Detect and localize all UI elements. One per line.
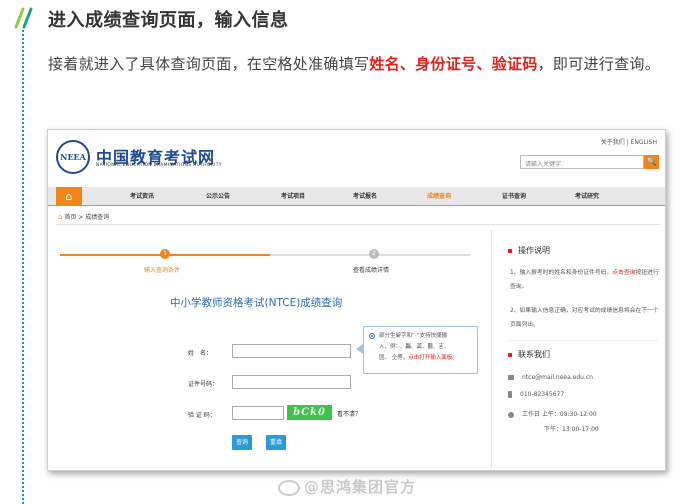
contact-heading: 联系我们 xyxy=(508,349,550,360)
captcha-image[interactable]: bCk0 xyxy=(287,405,332,420)
query-page-screenshot: NEEA 中国教育考试网 NATIONAL EDUCATION EXAMINAT… xyxy=(47,129,666,471)
id-number-input[interactable] xyxy=(232,375,351,389)
intro-paragraph: 接着就进入了具体查询页面，在空格处准确填写姓名、身份证号、验证码，即可进行查询。 xyxy=(48,50,673,78)
contact-email: ntce@mail.neea.edu.cn xyxy=(508,374,593,381)
captcha-label: 验 证 码： xyxy=(188,412,216,419)
contact-phone: 010-82345677 xyxy=(508,391,564,398)
operation-guide-title: 操作说明 xyxy=(518,246,550,255)
contact-hours: 工作日 上午：08:30-12:00 xyxy=(508,409,597,418)
clock-icon xyxy=(508,411,514,418)
breadcrumb-home-icon[interactable]: ⌂ xyxy=(58,213,62,221)
intro-highlight: 姓名、身份证号、验证码 xyxy=(369,55,538,73)
operation-step-1-link: 点击查询 xyxy=(612,270,636,276)
operation-step-1-text: 1、输入报考时的姓名和身份证件号码， xyxy=(510,270,613,276)
operation-guide-heading: 操作说明 xyxy=(508,245,550,256)
hint-pointer xyxy=(356,344,363,354)
breadcrumb-text[interactable]: 首页 > 成绩查询 xyxy=(64,214,109,221)
section-heading: 进入成绩查询页面，输入信息 xyxy=(48,10,289,31)
nav-item-research[interactable]: 考试研究 xyxy=(575,187,599,206)
captcha-refresh-link[interactable]: 看不清？ xyxy=(337,409,361,418)
breadcrumb: ⌂ 首页 > 成绩查询 xyxy=(58,212,109,221)
contact-email-text[interactable]: ntce@mail.neea.edu.cn xyxy=(522,374,593,381)
id-number-label: 证件号码： xyxy=(188,381,219,388)
breadcrumb-divider xyxy=(56,224,660,225)
open-input-panel-link[interactable]: 点击打开输入面板。 xyxy=(408,355,458,361)
nav-item-news[interactable]: 考试资讯 xyxy=(130,187,154,206)
nav-item-exams[interactable]: 考试项目 xyxy=(281,187,305,206)
step-2-marker: 2 xyxy=(369,249,379,259)
reset-button[interactable]: 重填 xyxy=(266,435,287,450)
bullet-square-icon xyxy=(508,352,512,357)
mail-icon xyxy=(508,375,514,380)
step-2-label: 查看成绩详情 xyxy=(353,267,390,274)
hint-line-2: 入，例：·、龘、䶮、䨻、㐊、 xyxy=(379,344,450,350)
step-1-label: 输入查询条件 xyxy=(144,267,181,274)
captcha-input[interactable] xyxy=(232,406,284,420)
weibo-watermark: @思鸿集团官方 xyxy=(278,476,416,497)
hint-line-1: 部分生僻字和“·”支持快捷输 xyxy=(379,333,447,339)
intro-text-end: ，即可进行查询。 xyxy=(537,55,661,73)
operation-step-2: 2、如果输入信息正确，对应考试的成绩信息将会在下一个页面列出。 xyxy=(510,308,659,328)
operation-step-1: 1、输入报考时的姓名和身份证件号码，点击查询按钮进行查询。 xyxy=(510,266,660,294)
site-header: NEEA 中国教育考试网 NATIONAL EDUCATION EXAMINAT… xyxy=(48,130,665,182)
neea-logo-icon: NEEA xyxy=(56,140,90,174)
input-hint-box: 部分生僻字和“·”支持快捷输 入，例：·、龘、䶮、䨻、㐊、 㘝、 仝等，点击打开… xyxy=(363,326,478,374)
hint-line-3: 㘝、 仝等，点击打开输入面板。 xyxy=(379,353,473,364)
name-input[interactable] xyxy=(232,344,351,358)
dotted-guide-line xyxy=(22,30,24,504)
top-links[interactable]: 关于我们 | ENGLISH xyxy=(601,137,657,146)
form-title: 中小学教师资格考试(NTCE)成绩查询 xyxy=(170,297,343,309)
main-nav: ⌂ 考试资讯 公示公告 考试项目 考试报名 成绩查询 证书查询 考试研究 xyxy=(48,187,665,206)
site-search-input[interactable]: 请输入关键字 xyxy=(520,155,644,169)
weibo-logo-icon xyxy=(278,479,300,496)
name-label: 姓 名： xyxy=(188,350,213,357)
phone-icon xyxy=(508,391,512,398)
sidebar-divider xyxy=(491,230,492,468)
magnifier-icon[interactable]: 🔍 xyxy=(644,155,659,169)
step-1-marker: 1 xyxy=(160,249,170,259)
hint-line-3-text: 㘝、 仝等， xyxy=(379,355,409,361)
bullet-square-icon xyxy=(508,248,512,253)
nav-item-notices[interactable]: 公示公告 xyxy=(206,187,230,206)
site-logo-english: NATIONAL EDUCATION EXAMINATIONS AUTHORIT… xyxy=(96,163,222,168)
nav-item-registration[interactable]: 考试报名 xyxy=(353,187,377,206)
nav-item-certificate[interactable]: 证书查询 xyxy=(502,187,526,206)
contact-hours-am: 工作日 上午：08:30-12:00 xyxy=(522,411,597,418)
intro-text: 接着就进入了具体查询页面，在空格处准确填写 xyxy=(48,55,370,73)
home-icon[interactable]: ⌂ xyxy=(56,187,82,206)
watermark-text: @思鸿集团官方 xyxy=(304,478,417,496)
nav-item-score-query[interactable]: 成绩查询 xyxy=(427,187,451,206)
contact-title: 联系我们 xyxy=(518,350,550,359)
hint-radio-icon xyxy=(369,333,375,339)
double-slash-icon xyxy=(14,7,33,29)
query-button[interactable]: 查询 xyxy=(232,435,253,450)
contact-hours-pm: 下午：13:00-17:00 xyxy=(544,426,599,433)
contact-phone-text: 010-82345677 xyxy=(520,391,565,398)
sidebar-section-divider xyxy=(506,340,658,341)
